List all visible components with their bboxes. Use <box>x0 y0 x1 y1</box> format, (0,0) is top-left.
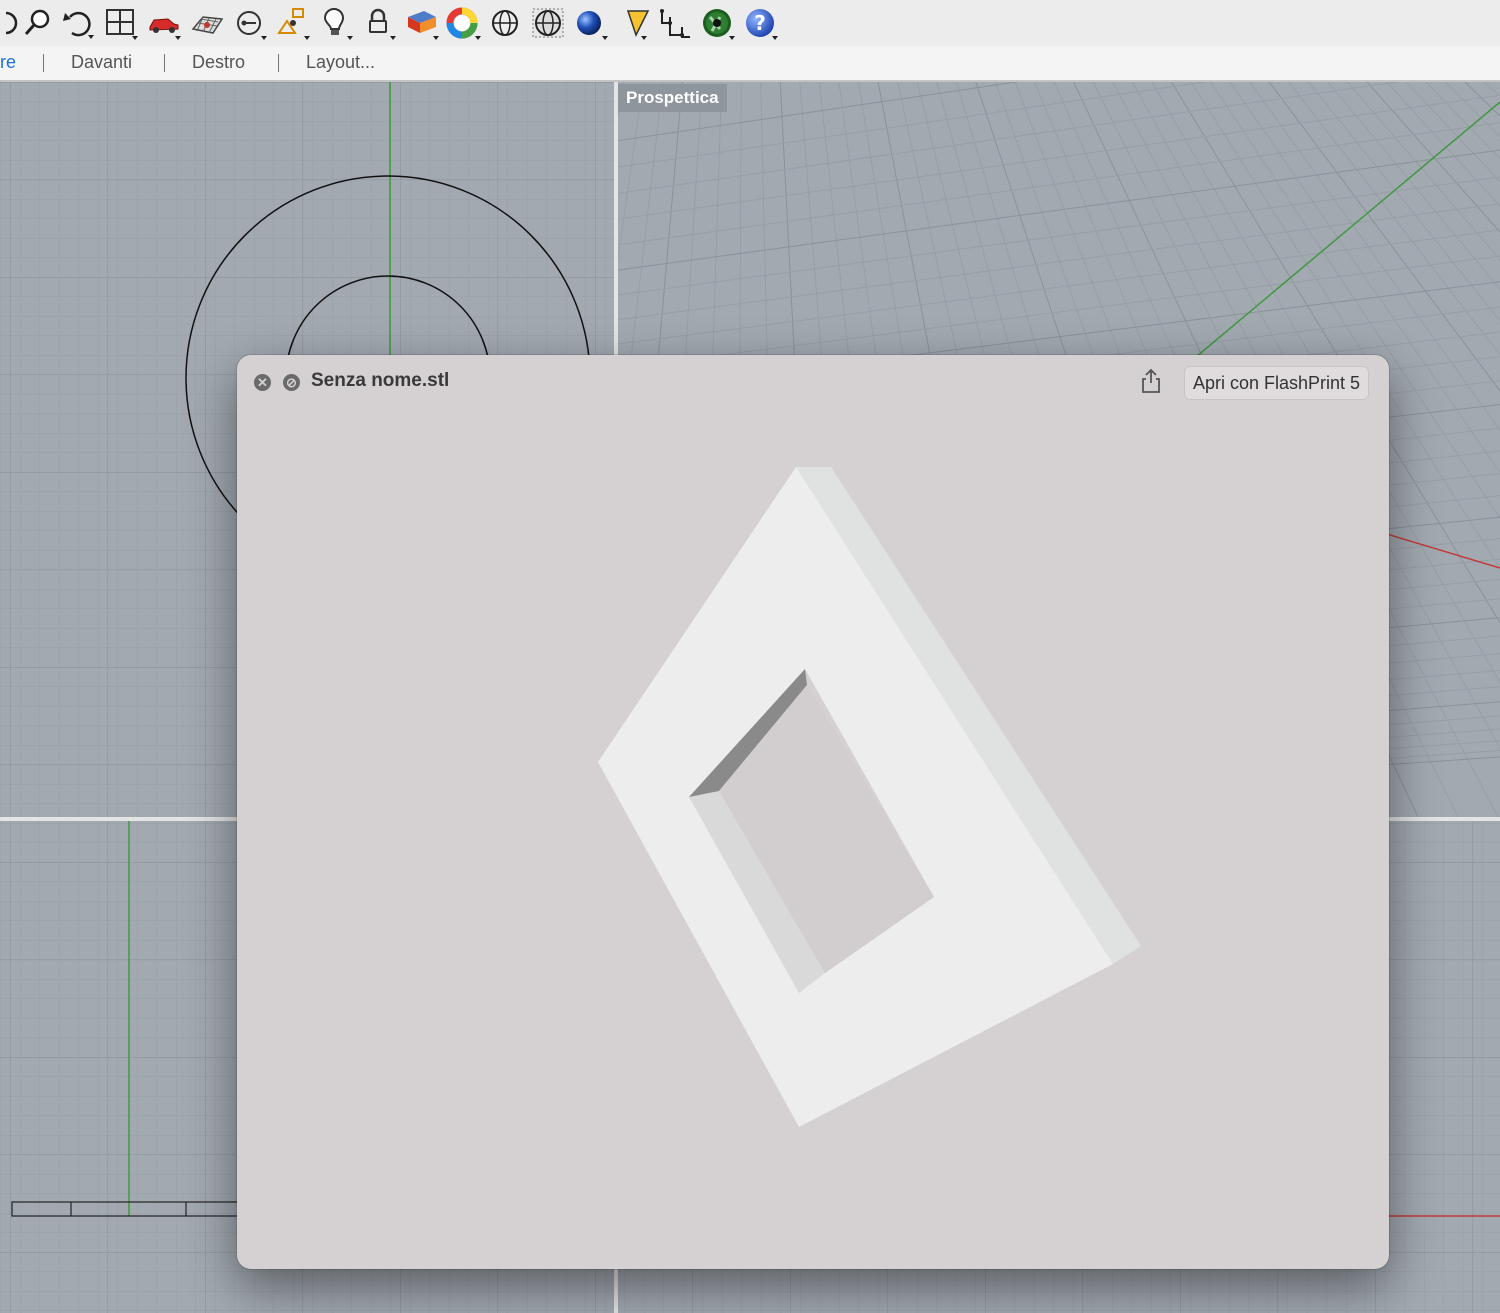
four-viewports-icon[interactable] <box>103 5 139 41</box>
layer-color-icon[interactable] <box>404 5 440 41</box>
undo-view-icon[interactable] <box>60 5 96 41</box>
stl-model-preview[interactable] <box>237 355 1389 1269</box>
snap-shapes-icon[interactable] <box>275 5 311 41</box>
blue-sphere-render-icon[interactable] <box>573 5 609 41</box>
main-toolbar: ? <box>0 0 1500 47</box>
tab-separator <box>43 54 44 72</box>
sphere-grid-icon[interactable] <box>531 5 567 41</box>
viewport-tabs: re Davanti Destro Layout... <box>0 46 1500 82</box>
color-wheel-icon[interactable] <box>446 5 482 41</box>
tab-separator <box>278 54 279 72</box>
tab-separator <box>164 54 165 72</box>
sphere-wireframe-icon[interactable] <box>489 5 525 41</box>
rotate-view-icon[interactable] <box>0 5 22 41</box>
flag-marker-icon[interactable] <box>620 5 656 41</box>
viewport-label-perspective[interactable]: Prospettica <box>618 84 727 112</box>
grid-plane-icon[interactable] <box>189 5 225 41</box>
light-bulb-icon[interactable] <box>318 5 354 41</box>
svg-text:?: ? <box>754 11 766 35</box>
green-globe-icon[interactable] <box>700 5 736 41</box>
circle-point-icon[interactable] <box>232 5 268 41</box>
dimension-icon[interactable] <box>658 5 694 41</box>
tab-destro[interactable]: Destro <box>192 51 245 73</box>
car-render-icon[interactable] <box>146 5 182 41</box>
tab-perspective[interactable]: re <box>0 51 16 73</box>
lock-icon[interactable] <box>361 5 397 41</box>
tab-davanti[interactable]: Davanti <box>71 51 132 73</box>
help-icon[interactable]: ? <box>743 5 779 41</box>
quicklook-window: ✕ ⊘ Senza nome.stl Apri con FlashPrint 5 <box>237 355 1389 1269</box>
tab-layout[interactable]: Layout... <box>306 51 375 73</box>
zoom-icon[interactable] <box>20 5 56 41</box>
